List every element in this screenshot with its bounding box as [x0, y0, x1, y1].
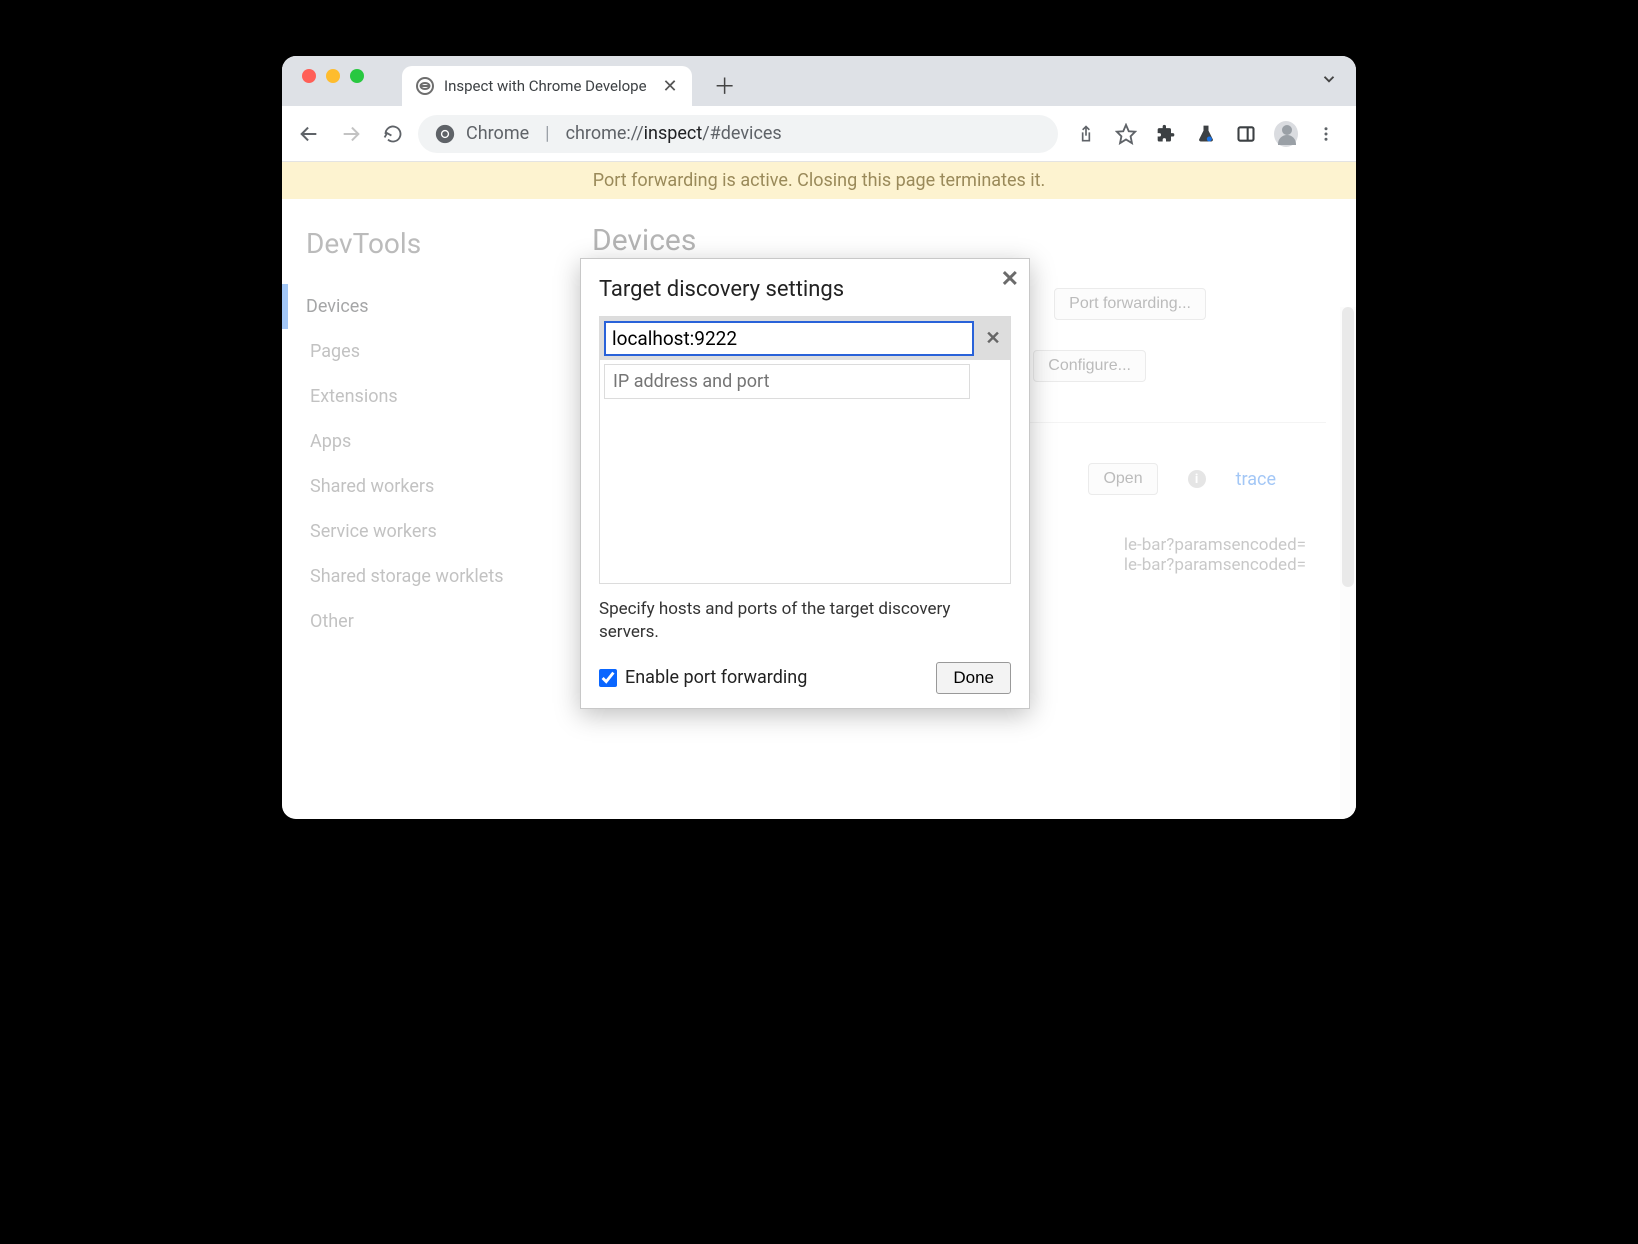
- info-icon: i: [1188, 470, 1206, 488]
- toolbar: Chrome | chrome://inspect/#devices: [282, 106, 1356, 162]
- bookmark-button[interactable]: [1114, 122, 1138, 146]
- tab-close-button[interactable]: ✕: [663, 76, 678, 97]
- share-icon: [1076, 124, 1096, 144]
- flask-icon: [1196, 124, 1216, 144]
- side-panel-button[interactable]: [1234, 122, 1258, 146]
- page-title: Devices: [592, 223, 1326, 258]
- sidebar-item-shared-storage-worklets[interactable]: Shared storage worklets: [306, 554, 562, 599]
- sidebar-title: DevTools: [306, 227, 562, 260]
- reload-button[interactable]: [376, 117, 410, 151]
- target-discovery-modal: ✕ Target discovery settings ✕ Specify ho…: [580, 258, 1030, 709]
- kebab-icon: [1317, 125, 1335, 143]
- remove-row-button[interactable]: ✕: [980, 326, 1006, 352]
- checkbox-text: Enable port forwarding: [625, 667, 807, 688]
- modal-help-text: Specify hosts and ports of the target di…: [599, 598, 1011, 644]
- star-icon: [1115, 123, 1137, 145]
- profile-button[interactable]: [1274, 122, 1298, 146]
- sidebar-item-other[interactable]: Other: [306, 599, 562, 644]
- enable-port-forwarding-checkbox[interactable]: [599, 669, 617, 687]
- configure-button[interactable]: Configure...: [1033, 350, 1146, 382]
- panel-icon: [1236, 124, 1256, 144]
- window-minimize-button[interactable]: [326, 69, 340, 83]
- browser-tab[interactable]: Inspect with Chrome Develope ✕: [402, 66, 692, 106]
- sidebar-item-devices[interactable]: Devices: [282, 284, 562, 329]
- forward-button[interactable]: [334, 117, 368, 151]
- modal-close-button[interactable]: ✕: [1001, 267, 1019, 292]
- tab-title: Inspect with Chrome Develope: [444, 77, 647, 95]
- sidebar-item-apps[interactable]: Apps: [306, 419, 562, 464]
- extensions-button[interactable]: [1154, 122, 1178, 146]
- window-close-button[interactable]: [302, 69, 316, 83]
- share-button[interactable]: [1074, 122, 1098, 146]
- browser-window: Inspect with Chrome Develope ✕ ＋ Chrome …: [282, 56, 1356, 819]
- chrome-icon: [434, 123, 456, 145]
- enable-port-forwarding-label[interactable]: Enable port forwarding: [599, 667, 807, 688]
- menu-button[interactable]: [1314, 122, 1338, 146]
- traffic-lights: [294, 56, 372, 106]
- puzzle-icon: [1156, 124, 1176, 144]
- port-forwarding-button[interactable]: Port forwarding...: [1054, 288, 1206, 320]
- omnibox-divider: |: [539, 123, 555, 144]
- globe-icon: [416, 77, 434, 95]
- scrollbar[interactable]: [1340, 307, 1356, 819]
- chevron-down-icon: [1320, 70, 1338, 88]
- sidebar: DevTools Devices Pages Extensions Apps S…: [282, 199, 562, 819]
- modal-footer: Enable port forwarding Done: [599, 662, 1011, 694]
- arrow-left-icon: [298, 123, 320, 145]
- window-maximize-button[interactable]: [350, 69, 364, 83]
- new-tab-button[interactable]: ＋: [710, 70, 740, 100]
- back-button[interactable]: [292, 117, 326, 151]
- omnibox[interactable]: Chrome | chrome://inspect/#devices: [418, 115, 1058, 153]
- sidebar-item-service-workers[interactable]: Service workers: [306, 509, 562, 554]
- sidebar-item-pages[interactable]: Pages: [306, 329, 562, 374]
- toolbar-actions: [1066, 122, 1346, 146]
- sidebar-item-shared-workers[interactable]: Shared workers: [306, 464, 562, 509]
- arrow-right-icon: [340, 123, 362, 145]
- sidebar-item-extensions[interactable]: Extensions: [306, 374, 562, 419]
- tabs-dropdown-button[interactable]: [1320, 70, 1338, 88]
- scroll-thumb[interactable]: [1342, 307, 1354, 587]
- modal-title: Target discovery settings: [599, 277, 1011, 302]
- done-button[interactable]: Done: [936, 662, 1011, 694]
- labs-button[interactable]: [1194, 122, 1218, 146]
- avatar-icon: [1274, 121, 1298, 147]
- port-forwarding-banner: Port forwarding is active. Closing this …: [282, 162, 1356, 199]
- tab-strip: Inspect with Chrome Develope ✕ ＋: [282, 56, 1356, 106]
- target-row: ✕: [600, 317, 1010, 360]
- reload-icon: [383, 124, 403, 144]
- new-target-input[interactable]: [604, 364, 970, 399]
- target-list: ✕: [599, 316, 1011, 584]
- open-button[interactable]: Open: [1088, 463, 1157, 495]
- omnibox-scheme: Chrome: [466, 123, 529, 144]
- target-host-input[interactable]: [604, 321, 974, 356]
- trace-link[interactable]: trace: [1236, 469, 1276, 490]
- omnibox-url: chrome://inspect/#devices: [566, 123, 782, 144]
